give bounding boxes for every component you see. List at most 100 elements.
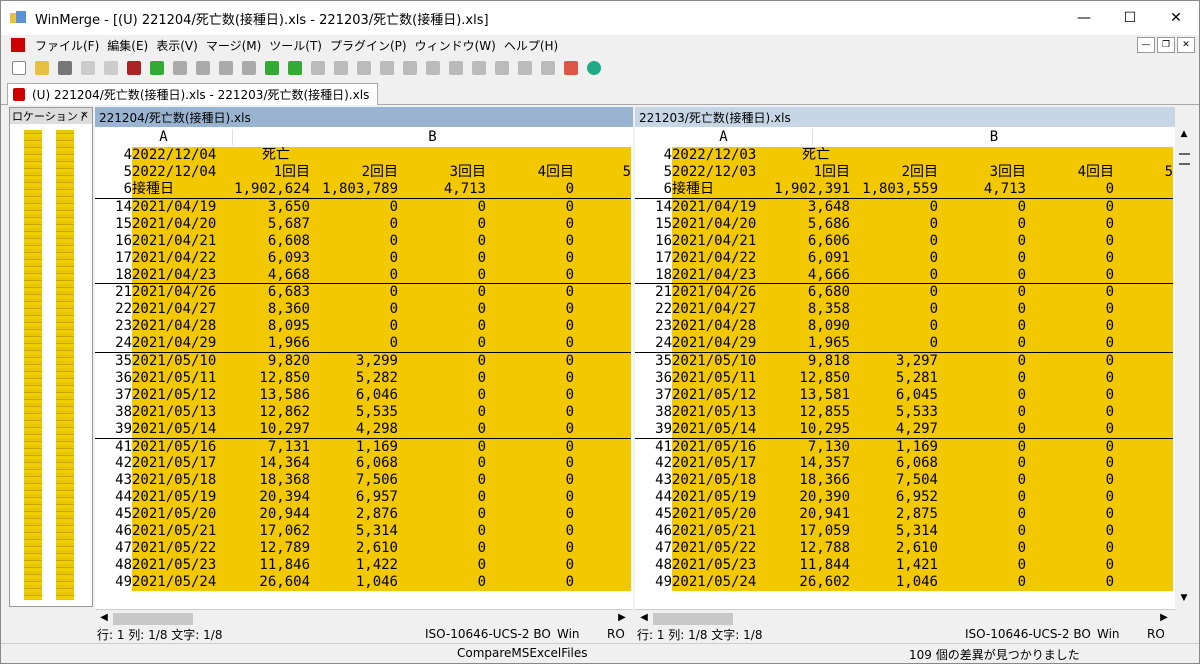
table-cell[interactable]: 12,789	[222, 540, 310, 558]
table-cell[interactable]: 4,713	[938, 181, 1026, 199]
table-row[interactable]: 45 2021/05/20 20,941 2,875 0 0	[635, 506, 1173, 524]
table-cell[interactable]: 5,535	[310, 403, 398, 421]
table-cell[interactable]: 6,093	[222, 249, 310, 267]
mdi-close-button[interactable]: ✕	[1177, 37, 1195, 53]
table-cell[interactable]: 1,965	[762, 335, 850, 353]
table-cell[interactable]: 0	[486, 420, 574, 439]
table-cell[interactable]: 0	[398, 506, 486, 524]
table-cell[interactable]: 0	[938, 386, 1026, 404]
table-row[interactable]: 45 2021/05/20 20,944 2,876 0 0	[95, 506, 631, 524]
row-number[interactable]: 22	[95, 301, 132, 319]
table-cell[interactable]	[1114, 249, 1173, 267]
copy-right-advance-icon[interactable]	[354, 58, 374, 78]
table-cell[interactable]: 0	[1026, 249, 1114, 267]
current-diff-icon[interactable]	[239, 58, 259, 78]
table-row[interactable]: 47 2021/05/22 12,788 2,610 0 0	[635, 540, 1173, 558]
table-row[interactable]: 36 2021/05/11 12,850 5,281 0 0	[635, 369, 1173, 387]
save-icon[interactable]	[55, 58, 75, 78]
table-cell[interactable]: 0	[1026, 215, 1114, 233]
table-cell[interactable]: 18,366	[762, 472, 850, 490]
table-cell[interactable]: 0	[398, 455, 486, 473]
undo-icon[interactable]	[78, 58, 98, 78]
table-cell[interactable]: 0	[486, 181, 574, 199]
table-cell[interactable]: 0	[398, 557, 486, 575]
table-cell[interactable]: 0	[398, 472, 486, 490]
mdi-minimize-button[interactable]: —	[1137, 37, 1155, 53]
table-row[interactable]: 18 2021/04/23 4,666 0 0 0	[635, 266, 1173, 284]
table-cell[interactable]: 0	[398, 540, 486, 558]
table-cell[interactable]	[850, 147, 938, 164]
table-cell[interactable]: 2,610	[850, 540, 938, 558]
table-row[interactable]: 23 2021/04/28 8,090 0 0 0	[635, 318, 1173, 336]
table-cell[interactable]: 7,506	[310, 472, 398, 490]
table-cell[interactable]: 2,876	[310, 506, 398, 524]
table-cell[interactable]: 6,068	[850, 455, 938, 473]
table-cell[interactable]	[1114, 557, 1173, 575]
menu-help[interactable]: ヘルプ(H)	[500, 37, 562, 54]
tab-compare[interactable]: (U) 221204/死亡数(接種日).xls - 221203/死亡数(接種日…	[7, 83, 379, 105]
table-cell[interactable]: 0	[938, 318, 1026, 336]
table-cell[interactable]: 5	[1114, 164, 1173, 181]
table-cell[interactable]: 0	[398, 215, 486, 233]
menu-edit[interactable]: 編集(E)	[103, 37, 152, 54]
table-row[interactable]: 44 2021/05/19 20,394 6,957 0 0	[95, 489, 631, 507]
table-cell[interactable]: 2022/12/04	[132, 164, 222, 181]
table-cell[interactable]: 6,608	[222, 232, 310, 250]
table-cell[interactable]	[1026, 147, 1114, 164]
table-cell[interactable]: 0	[486, 506, 574, 524]
table-cell[interactable]: 0	[486, 318, 574, 336]
table-row[interactable]: 38 2021/05/13 12,862 5,535 0 0	[95, 403, 631, 421]
table-cell[interactable]: 0	[938, 369, 1026, 387]
row-number[interactable]: 24	[635, 335, 672, 353]
table-cell[interactable]: 0	[310, 266, 398, 284]
table-cell[interactable]: 26,602	[762, 574, 850, 592]
table-cell[interactable]	[574, 232, 631, 250]
table-cell[interactable]: 0	[1026, 557, 1114, 575]
table-cell[interactable]: 6,680	[762, 283, 850, 302]
table-cell[interactable]: 0	[938, 574, 1026, 592]
table-cell[interactable]	[574, 301, 631, 319]
table-cell[interactable]: 2021/04/29	[672, 335, 762, 353]
table-cell[interactable]: 11,846	[222, 557, 310, 575]
table-cell[interactable]	[574, 523, 631, 541]
table-cell[interactable]: 2021/05/17	[132, 455, 222, 473]
menu-plugins[interactable]: プラグイン(P)	[326, 37, 411, 54]
table-row[interactable]: 35 2021/05/10 9,818 3,297 0 0	[635, 351, 1173, 370]
table-cell[interactable]: 0	[938, 249, 1026, 267]
table-cell[interactable]	[574, 215, 631, 233]
new-icon[interactable]	[9, 58, 29, 78]
row-number[interactable]: 22	[635, 301, 672, 319]
table-cell[interactable]: 0	[938, 351, 1026, 370]
table-cell[interactable]: 2021/05/18	[132, 472, 222, 490]
table-cell[interactable]	[486, 147, 574, 164]
right-hscroll-thumb[interactable]	[653, 613, 733, 625]
row-number[interactable]: 6	[95, 181, 132, 199]
table-cell[interactable]: 2021/05/14	[132, 420, 222, 439]
table-cell[interactable]: 2021/04/23	[132, 266, 222, 284]
table-cell[interactable]: 0	[1026, 266, 1114, 284]
table-cell[interactable]: 2021/05/24	[672, 574, 762, 592]
merge-icon[interactable]	[446, 58, 466, 78]
table-row[interactable]: 44 2021/05/19 20,390 6,952 0 0	[635, 489, 1173, 507]
table-cell[interactable]: 11,844	[762, 557, 850, 575]
table-cell[interactable]: 2021/05/19	[672, 489, 762, 507]
table-cell[interactable]: 0	[486, 197, 574, 216]
table-cell[interactable]: 0	[1026, 197, 1114, 216]
table-cell[interactable]: 0	[938, 215, 1026, 233]
table-cell[interactable]: 5,281	[850, 369, 938, 387]
table-row[interactable]: 5 2022/12/03 1回目 2回目 3回目 4回目 5	[635, 164, 1173, 181]
table-cell[interactable]: 4,668	[222, 266, 310, 284]
title-bar[interactable]: WinMerge - [(U) 221204/死亡数(接種日).xls - 22…	[1, 1, 1199, 35]
row-number[interactable]: 17	[95, 249, 132, 267]
first-diff-icon[interactable]	[193, 58, 213, 78]
table-cell[interactable]: 0	[938, 489, 1026, 507]
film-icon[interactable]	[124, 58, 144, 78]
column-b-header[interactable]: B	[232, 129, 632, 145]
table-cell[interactable]: 1,169	[850, 437, 938, 456]
table-cell[interactable]: 2回目	[850, 164, 938, 181]
table-cell[interactable]: 0	[486, 335, 574, 353]
table-cell[interactable]	[1114, 386, 1173, 404]
table-cell[interactable]	[574, 420, 631, 439]
table-cell[interactable]	[574, 557, 631, 575]
table-cell[interactable]: 0	[486, 386, 574, 404]
